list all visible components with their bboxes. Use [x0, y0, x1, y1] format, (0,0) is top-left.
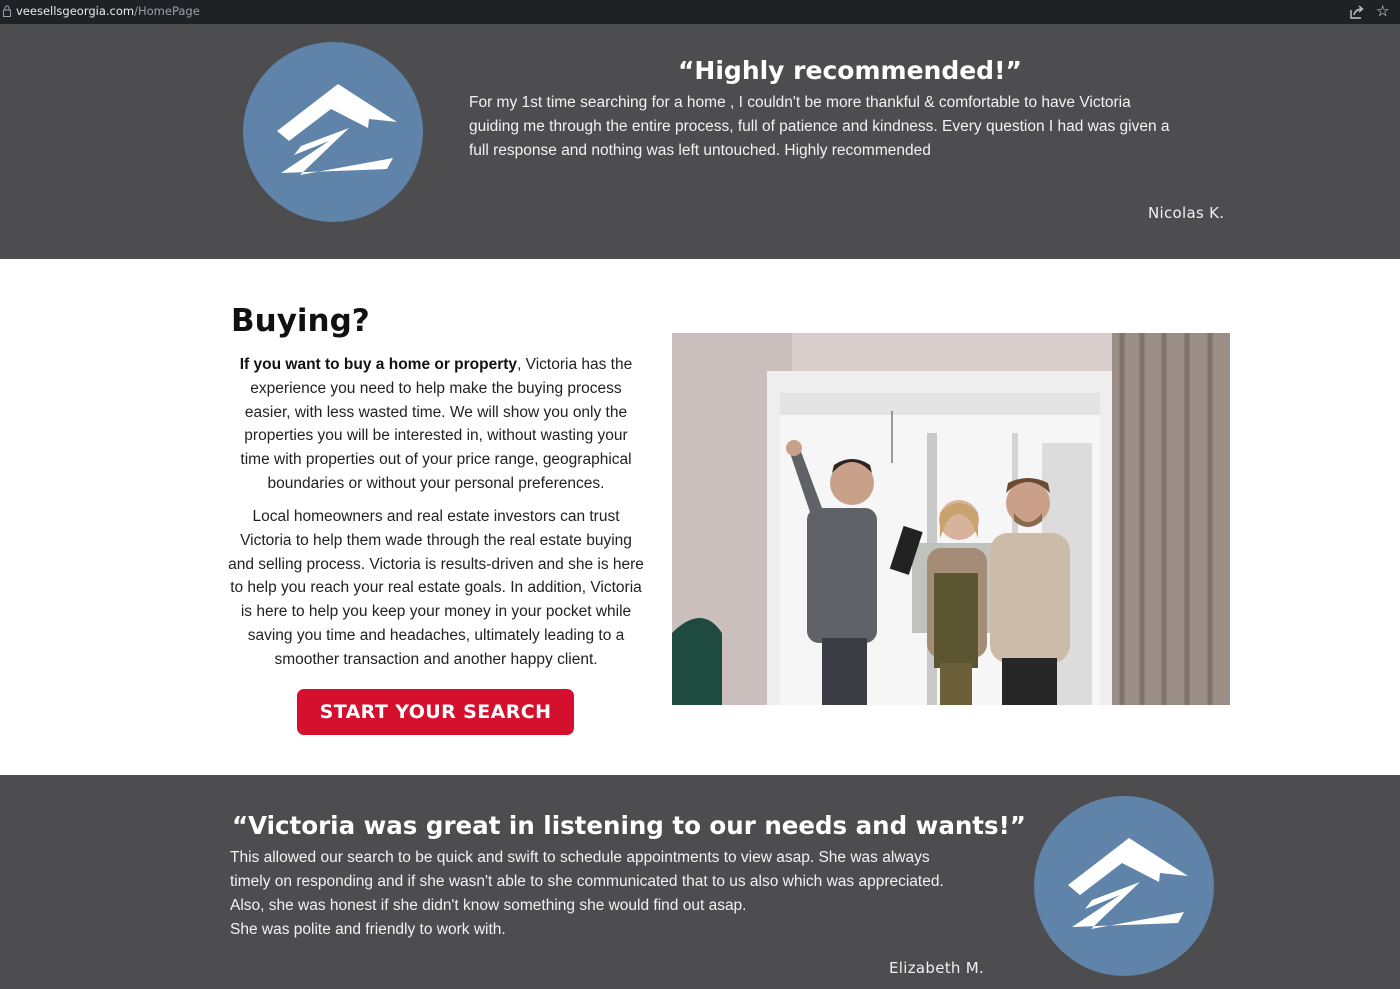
testimonial-bottom-line: timely on responding and if she wasn't a… [230, 873, 944, 890]
share-icon[interactable] [1349, 4, 1365, 20]
url-path: /HomePage [134, 4, 200, 18]
buying-heading: Buying? [231, 303, 370, 339]
buying-photo [672, 333, 1230, 705]
buying-paragraph-1: If you want to buy a home or property, V… [228, 353, 644, 496]
star-icon[interactable]: ☆ [1376, 2, 1389, 20]
browser-address-bar: veesellsgeorgia.com/HomePage ☆ [0, 0, 1400, 24]
buying-paragraph-1-bold: If you want to buy a home or property [239, 356, 518, 373]
zillow-logo-icon [1034, 796, 1214, 976]
testimonial-top-title: “Highly recommended!” [678, 56, 1022, 85]
testimonial-top-body: For my 1st time searching for a home , I… [469, 94, 1170, 159]
buying-paragraph-1-rest: , Victoria has the experience you need t… [240, 356, 633, 492]
url-field[interactable]: veesellsgeorgia.com/HomePage [16, 4, 200, 18]
testimonial-bottom-title: “Victoria was great in listening to our … [232, 811, 1026, 840]
testimonial-top-author: Nicolas K. [1148, 204, 1225, 222]
testimonial-bottom-section: “Victoria was great in listening to our … [0, 775, 1400, 989]
testimonial-bottom-line: She was polite and friendly to work with… [230, 921, 506, 938]
testimonial-bottom-line: This allowed our search to be quick and … [230, 849, 930, 866]
testimonial-bottom-line: Also, she was honest if she didn't know … [230, 897, 747, 914]
testimonial-top-section: “Highly recommended!” For my 1st time se… [0, 24, 1400, 259]
lock-icon [3, 5, 11, 17]
start-search-button[interactable]: START YOUR SEARCH [297, 689, 574, 735]
zillow-logo-icon [243, 42, 423, 222]
buying-paragraph-2: Local homeowners and real estate investo… [228, 508, 644, 668]
url-domain: veesellsgeorgia.com [16, 4, 135, 18]
testimonial-bottom-author: Elizabeth M. [889, 959, 985, 977]
testimonial-bottom-body: This allowed our search to be quick and … [230, 846, 950, 942]
